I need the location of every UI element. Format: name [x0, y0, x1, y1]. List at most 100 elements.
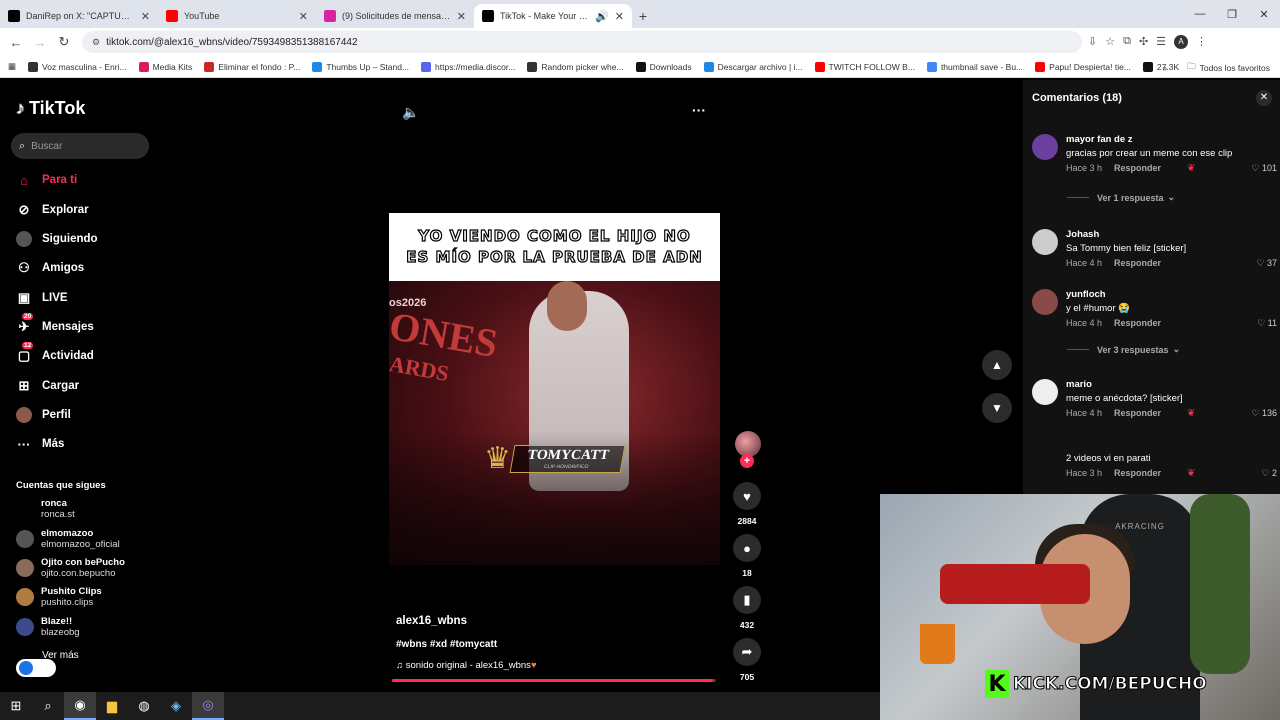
minimize-button[interactable]: —	[1184, 0, 1216, 28]
followed-account[interactable]: Pushito Clips pushito.clips	[16, 586, 102, 608]
url-field[interactable]: ⚙ tiktok.com/@alex16_wbns/video/759349835…	[82, 31, 1082, 53]
all-bookmarks-link[interactable]: Todos los favoritos	[1200, 63, 1270, 73]
extension-icon[interactable]: ⧉	[1123, 35, 1131, 49]
browser-tab-instagram[interactable]: (9) Solicitudes de mensajes • M✕	[316, 4, 474, 28]
discord-icon[interactable]: ◎	[192, 692, 224, 720]
nav-para-ti[interactable]: ⌂ Para ti	[16, 170, 77, 190]
heart-icon: ♡	[1261, 468, 1270, 478]
bookmark[interactable]: Papu! Despierta! tie...	[1035, 61, 1131, 72]
comment-button[interactable]: ●	[733, 534, 761, 562]
nav-actividad[interactable]: ▢ 12 Actividad	[16, 342, 94, 366]
followed-account[interactable]: Blaze!! blazeobg	[16, 616, 80, 638]
search-icon[interactable]: ⌕	[32, 692, 64, 720]
browser-tab-x[interactable]: DaniRep on X: "CAPTURANDO✕	[0, 4, 158, 28]
comment-like-button[interactable]: ♡ 2	[1261, 468, 1277, 479]
restore-button[interactable]: ❐	[1216, 0, 1248, 28]
speaker-icon[interactable]: 🔊	[595, 10, 609, 23]
chrome-icon[interactable]: ◉	[64, 692, 96, 720]
reply-button[interactable]: Responder	[1114, 318, 1161, 328]
bookmark[interactable]: https://media.discor...	[421, 61, 515, 72]
playlist-icon[interactable]: ☰	[1156, 35, 1166, 49]
chevron-up-icon: ▲	[991, 358, 1003, 372]
followed-account[interactable]: elmomazoo elmomazoo_oficial	[16, 528, 120, 550]
reload-button[interactable]: ↻	[52, 34, 76, 50]
steam-icon[interactable]: ◈	[160, 692, 192, 720]
close-icon[interactable]: ✕	[141, 10, 150, 23]
bookmark[interactable]: Downloads	[635, 61, 692, 72]
install-icon[interactable]: ⇩	[1088, 35, 1097, 49]
avatar[interactable]	[1032, 134, 1058, 160]
avatar[interactable]: A	[1174, 35, 1189, 49]
site-info-icon[interactable]: ⚙	[92, 37, 100, 48]
tiktok-logo[interactable]: ♪ TikTok	[16, 98, 85, 119]
star-icon[interactable]: ☆	[1105, 35, 1115, 49]
reply-button[interactable]: Responder	[1114, 408, 1161, 418]
next-video-button[interactable]: ▼	[982, 393, 1012, 423]
close-icon[interactable]: ✕	[615, 10, 624, 23]
windows-start-icon[interactable]: ⊞	[0, 692, 32, 720]
extension-toggle[interactable]	[16, 659, 56, 677]
back-button[interactable]: ←	[4, 35, 28, 50]
sidebar: ♪ TikTok ⌕ Buscar ⌂ Para ti ⊘ Explorar Sigui…	[0, 80, 160, 692]
avatar[interactable]	[1032, 379, 1058, 405]
bookmark[interactable]: TWITCH FOLLOW B...	[814, 61, 915, 72]
nav-amigos[interactable]: ⚇ Amigos	[16, 258, 84, 278]
avatar[interactable]	[1032, 439, 1058, 465]
comment-like-button[interactable]: ♡ 136	[1251, 408, 1277, 419]
video-progress-bar[interactable]	[392, 679, 716, 682]
puzzle-icon[interactable]: ✣	[1139, 35, 1148, 49]
nav-explorar[interactable]: ⊘ Explorar	[16, 200, 89, 220]
like-button[interactable]: ♥	[733, 482, 761, 510]
chevron-right-icon[interactable]: »	[1162, 63, 1167, 73]
more-options-icon[interactable]: ···	[692, 102, 706, 118]
video-author[interactable]: alex16_wbns	[396, 615, 467, 627]
followed-account[interactable]: ronca ronca.st	[16, 498, 75, 520]
kebab-menu-icon[interactable]: ⋮	[1196, 35, 1207, 49]
nav-cargar[interactable]: ⊞ Cargar	[16, 376, 80, 396]
search-input[interactable]: ⌕ Buscar	[11, 133, 149, 159]
video-sound[interactable]: ♫ sonido original - alex16_wbns♥	[396, 660, 537, 671]
avatar[interactable]	[1032, 229, 1058, 255]
comment-like-button[interactable]: ♡ 37	[1256, 258, 1277, 269]
comment-like-button[interactable]: ♡ 11	[1257, 318, 1277, 329]
share-count: 705	[739, 672, 755, 682]
forward-button[interactable]: →	[28, 35, 52, 50]
share-button[interactable]: ➦	[733, 638, 761, 666]
browser-tab-tiktok[interactable]: TikTok - Make Your Day 🔊 ✕	[474, 4, 632, 28]
view-replies-button[interactable]: Ver 3 respuestas ⌄	[1067, 344, 1180, 355]
bookmark[interactable]: thumbnail save - Bu...	[926, 61, 1023, 72]
comment-like-button[interactable]: ♡ 101	[1251, 163, 1277, 174]
save-button[interactable]: ▮	[733, 586, 761, 614]
bookmark[interactable]: Random picker whe...	[527, 61, 624, 72]
nav-live[interactable]: ▣ LIVE	[16, 288, 68, 308]
close-icon[interactable]: ✕	[299, 10, 308, 23]
video-hashtags[interactable]: #wbns #xd #tomycatt	[396, 639, 497, 650]
reply-button[interactable]: Responder	[1114, 258, 1161, 268]
nav-siguiendo[interactable]: Siguiendo	[16, 229, 98, 249]
reply-button[interactable]: Responder	[1114, 468, 1161, 478]
previous-video-button[interactable]: ▲	[982, 350, 1012, 380]
bookmark[interactable]: Media Kits	[138, 61, 192, 72]
volume-icon[interactable]: 🔈	[402, 104, 419, 121]
browser-tab-youtube[interactable]: YouTube ✕	[158, 4, 316, 28]
reply-button[interactable]: Responder	[1114, 163, 1161, 173]
bookmark[interactable]: Descargar archivo | i...	[703, 61, 803, 72]
bookmark[interactable]: Thumbs Up – Stand...	[312, 61, 409, 72]
bookmark[interactable]: Eliminar el fondo : P...	[204, 61, 300, 72]
avatar[interactable]	[1032, 289, 1058, 315]
new-tab-button[interactable]: +	[632, 4, 654, 28]
nav-perfil[interactable]: Perfil	[16, 405, 71, 425]
video-player[interactable]: YO VIENDO COMO EL HIJO NO ES MÍO POR LA P…	[389, 213, 720, 565]
view-replies-button[interactable]: Ver 1 respuesta ⌄	[1067, 192, 1175, 203]
close-window-button[interactable]: ✕	[1248, 0, 1280, 28]
nav-mensajes[interactable]: ✈ 20 Mensajes	[16, 313, 94, 337]
nav-mas[interactable]: ··· Más	[16, 434, 65, 454]
file-explorer-icon[interactable]: ▆	[96, 692, 128, 720]
follow-button[interactable]: +	[740, 454, 754, 468]
apps-icon[interactable]: ▦	[8, 61, 16, 72]
followed-account[interactable]: Ojito con bePucho ojito.con.bepucho	[16, 557, 125, 579]
close-icon[interactable]: ✕	[457, 10, 466, 23]
bookmark[interactable]: Voz masculina - Enri...	[28, 61, 127, 72]
obs-icon[interactable]: ◍	[128, 692, 160, 720]
close-comments-button[interactable]: ✕	[1256, 90, 1272, 106]
